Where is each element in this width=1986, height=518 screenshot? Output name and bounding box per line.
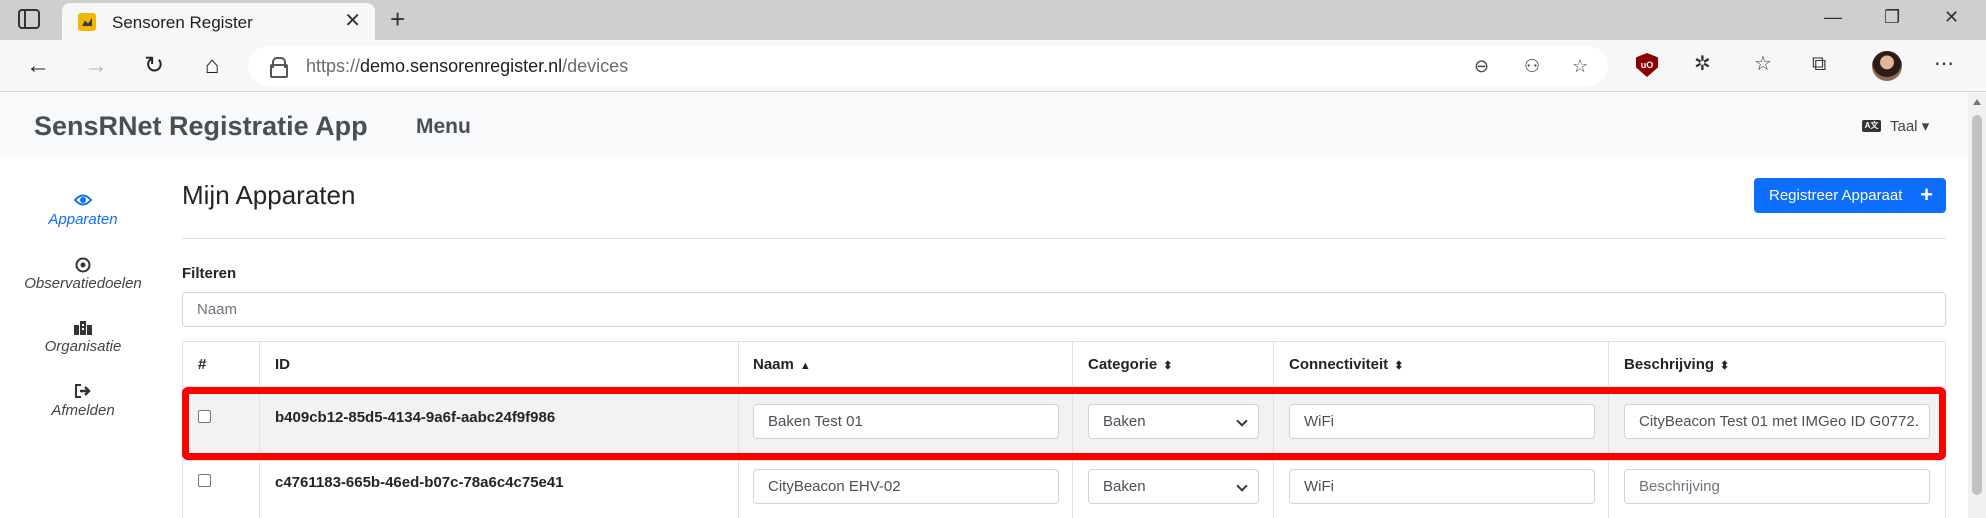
column-header-naam[interactable]: Naam ▲ xyxy=(753,356,811,373)
reload-icon[interactable]: ↻ xyxy=(138,50,170,82)
device-name-input[interactable]: Baken Test 01 xyxy=(753,404,1059,439)
sort-icon: ⬍ xyxy=(1394,360,1404,372)
sidebar-item-afmelden[interactable]: Afmelden xyxy=(18,384,148,419)
close-tab-icon[interactable]: ✕ xyxy=(344,11,361,31)
target-icon xyxy=(18,257,148,275)
device-category-select[interactable]: Baken xyxy=(1088,469,1259,504)
browser-tab-active[interactable]: Sensoren Register ✕ xyxy=(62,3,375,40)
column-header-index: # xyxy=(198,356,207,373)
add-favorite-icon[interactable]: ☆ xyxy=(1572,56,1588,77)
language-icon: A文 xyxy=(1862,120,1881,132)
device-id: c4761183-665b-46ed-b07c-78a6c4c75e41 xyxy=(275,474,564,491)
plus-icon: + xyxy=(1920,182,1933,207)
sidebar-item-organisatie[interactable]: Organisatie xyxy=(18,320,148,355)
new-tab-icon[interactable]: + xyxy=(390,6,405,32)
zoom-out-icon[interactable]: ⊖ xyxy=(1474,56,1489,77)
table-border xyxy=(182,341,183,518)
page-scrollbar[interactable] xyxy=(1968,93,1986,518)
register-device-button[interactable]: Registreer Apparaat + xyxy=(1754,178,1946,213)
device-description-input[interactable]: Beschrijving xyxy=(1624,469,1930,504)
row-select-checkbox[interactable] xyxy=(198,410,211,423)
sidebar-item-observatiedoelen[interactable]: Observatiedoelen xyxy=(18,257,148,292)
column-header-id: ID xyxy=(275,356,290,373)
sidebar-label: Apparaten xyxy=(48,211,118,228)
table-border xyxy=(259,341,260,518)
sort-icon: ⬍ xyxy=(1163,360,1173,372)
device-category-select[interactable]: Baken xyxy=(1088,404,1259,439)
more-options-icon[interactable]: ⋯ xyxy=(1934,52,1954,76)
table-border xyxy=(1072,341,1073,518)
address-bar[interactable]: https://demo.sensorenregister.nl/devices… xyxy=(248,46,1608,86)
table-border xyxy=(182,386,1946,387)
table-border xyxy=(1945,341,1946,518)
table-border xyxy=(1273,341,1274,518)
minimize-icon[interactable]: — xyxy=(1824,8,1842,26)
app-brand[interactable]: SensRNet Registratie App xyxy=(34,111,368,142)
device-id: b409cb12-85d5-4134-9a6f-aabc24f9f986 xyxy=(275,409,556,426)
url-text[interactable]: https://demo.sensorenregister.nl/devices xyxy=(306,56,628,77)
column-header-connectiviteit[interactable]: Connectiviteit ⬍ xyxy=(1289,356,1403,373)
devices-table: # ID Naam ▲ Categorie ⬍ Connectiviteit ⬍ Be… xyxy=(182,341,1946,518)
divider xyxy=(182,238,1946,239)
forward-icon[interactable]: → xyxy=(80,50,112,82)
browser-toolbar: ← → ↻ ⌂ https://demo.sensorenregister.nl… xyxy=(0,40,1986,92)
scroll-up-icon[interactable] xyxy=(1973,99,1981,105)
home-icon[interactable]: ⌂ xyxy=(196,50,228,82)
sign-out-icon xyxy=(18,384,148,402)
browser-tab-bar: Sensoren Register ✕ + — ❐ ✕ xyxy=(0,0,1986,40)
filter-label: Filteren xyxy=(182,265,237,282)
table-border xyxy=(182,341,1946,342)
extensions-icon[interactable]: ✲ xyxy=(1694,52,1711,76)
back-icon[interactable]: ← xyxy=(22,50,54,82)
device-name-input[interactable]: CityBeacon EHV-02 xyxy=(753,469,1059,504)
sidebar-label: Observatiedoelen xyxy=(24,275,142,292)
column-header-categorie[interactable]: Categorie ⬍ xyxy=(1088,356,1172,373)
restore-icon[interactable]: ❐ xyxy=(1884,8,1900,26)
page-title: Mijn Apparaten xyxy=(182,180,356,210)
device-description-input[interactable]: CityBeacon Test 01 met IMGeo ID G0772. xyxy=(1624,404,1930,439)
sort-asc-icon: ▲ xyxy=(799,360,811,372)
table-border xyxy=(182,460,1946,461)
favicon-icon xyxy=(78,13,96,31)
table-border xyxy=(1608,341,1609,518)
profile-sync-icon[interactable]: ⚇ xyxy=(1524,56,1540,77)
app-navbar: SensRNet Registratie App Menu A文 Taal ▾ xyxy=(0,93,1968,157)
lock-icon[interactable] xyxy=(270,57,288,78)
sort-icon: ⬍ xyxy=(1720,360,1730,372)
avatar[interactable] xyxy=(1872,51,1902,81)
tab-title: Sensoren Register xyxy=(112,13,253,32)
window-close-icon[interactable]: ✕ xyxy=(1944,8,1959,26)
row-select-checkbox[interactable] xyxy=(198,474,211,487)
favorites-icon[interactable]: ☆ xyxy=(1754,52,1772,76)
sidebar-item-apparaten[interactable]: Apparaten xyxy=(18,193,148,228)
building-icon xyxy=(18,320,148,338)
chevron-down-icon xyxy=(1236,480,1248,492)
chevron-down-icon xyxy=(1236,415,1248,427)
language-dropdown[interactable]: Taal ▾ xyxy=(1890,117,1929,135)
menu-link[interactable]: Menu xyxy=(416,115,471,139)
eye-icon xyxy=(18,193,148,211)
register-device-label: Registreer Apparaat xyxy=(1769,187,1903,204)
sidebar-label: Afmelden xyxy=(51,402,115,419)
table-border xyxy=(738,341,739,518)
scroll-thumb[interactable] xyxy=(1972,115,1982,495)
sidebar-label: Organisatie xyxy=(44,338,122,355)
device-connectivity-input[interactable]: WiFi xyxy=(1289,404,1595,439)
column-header-beschrijving[interactable]: Beschrijving ⬍ xyxy=(1624,356,1729,373)
name-filter-input[interactable] xyxy=(182,292,1946,327)
collections-icon[interactable]: ⧉ xyxy=(1812,52,1826,76)
device-connectivity-input[interactable]: WiFi xyxy=(1289,469,1595,504)
tab-actions-icon[interactable] xyxy=(18,9,40,29)
